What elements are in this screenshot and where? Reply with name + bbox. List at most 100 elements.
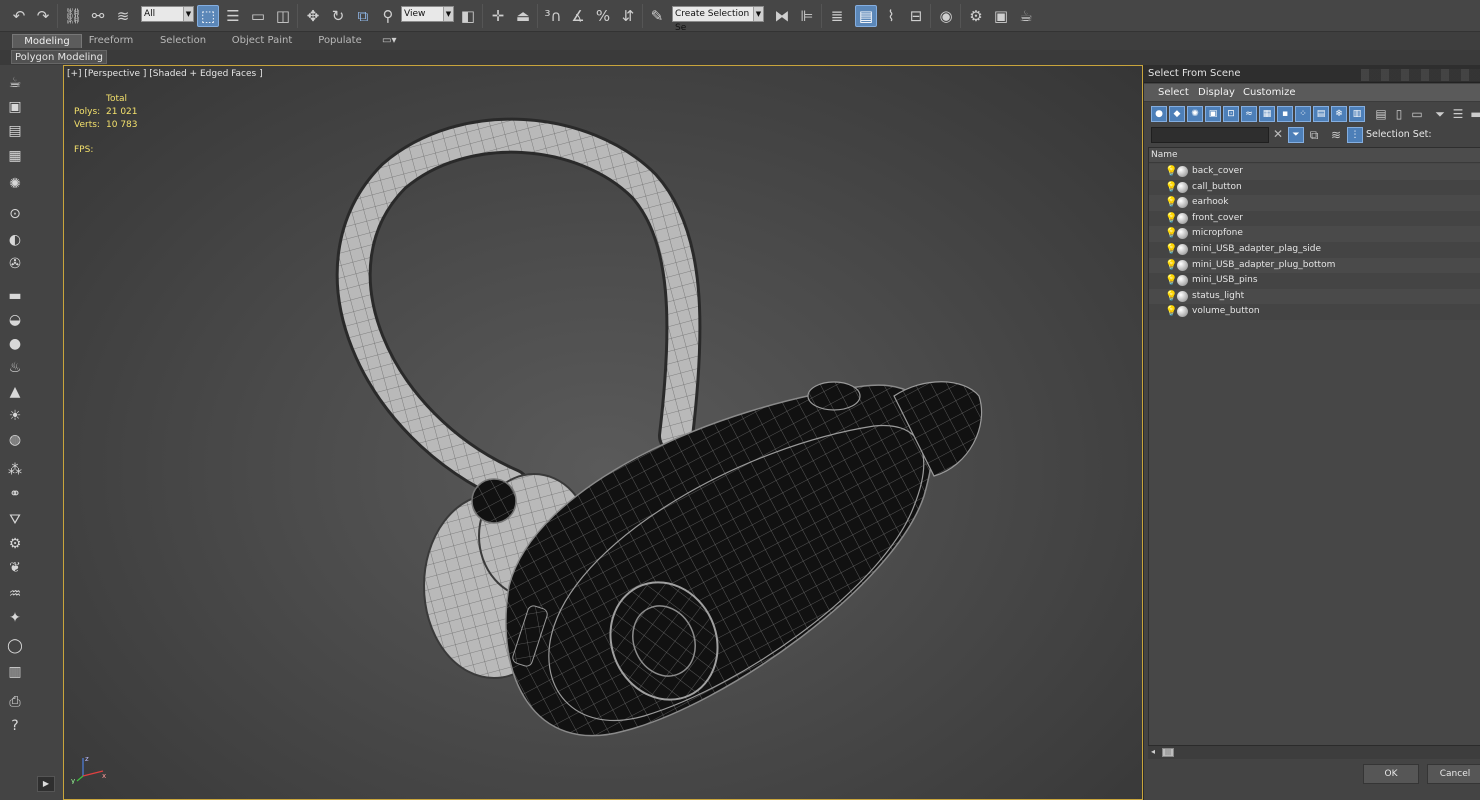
- light-bulb-icon[interactable]: 💡: [1165, 197, 1177, 208]
- clear-search-icon[interactable]: ✕: [1273, 127, 1283, 141]
- gear-icon[interactable]: ⚙: [5, 535, 25, 553]
- filter-shapes-icon[interactable]: ◆: [1169, 106, 1185, 122]
- list-item[interactable]: 💡 mini_USB_adapter_plag_side: [1149, 241, 1480, 258]
- export-icon[interactable]: ⎙: [5, 693, 25, 711]
- sphere-icon[interactable]: ●: [5, 335, 25, 353]
- select-object-icon[interactable]: ⬚: [197, 5, 219, 27]
- list-item[interactable]: 💡 mini_USB_adapter_plug_bottom: [1149, 257, 1480, 274]
- undo-icon[interactable]: ↶: [8, 5, 30, 27]
- camera-icon[interactable]: ⊙: [5, 205, 25, 223]
- list-item[interactable]: 💡 front_cover: [1149, 210, 1480, 227]
- filter-options-icon[interactable]: ☰: [1450, 106, 1466, 122]
- select-manipulate-icon[interactable]: ✛: [487, 5, 509, 27]
- rendered-frame-icon[interactable]: ▣: [990, 5, 1012, 27]
- film-reel-icon[interactable]: ✇: [5, 255, 25, 273]
- list-item[interactable]: 💡 back_cover: [1149, 164, 1480, 180]
- hierarchy-icon[interactable]: ⧉: [1306, 127, 1322, 143]
- scroll-thumb[interactable]: |||: [1162, 748, 1174, 757]
- rect-region-icon[interactable]: ▭: [247, 5, 269, 27]
- redo-icon[interactable]: ↷: [32, 5, 54, 27]
- bind-space-warp-icon[interactable]: ≋: [112, 5, 134, 27]
- selection-set-icon[interactable]: ⋮: [1347, 127, 1363, 143]
- ok-button[interactable]: OK: [1363, 764, 1419, 784]
- filter-containers-icon[interactable]: ▤: [1313, 106, 1329, 122]
- list-item[interactable]: 💡 earhook: [1149, 195, 1480, 211]
- grid-table-icon[interactable]: ▦: [5, 147, 25, 165]
- filter-xrefs-icon[interactable]: ▪: [1277, 106, 1293, 122]
- tab-object-paint[interactable]: Object Paint: [226, 34, 298, 48]
- menu-select[interactable]: Select: [1158, 87, 1189, 98]
- dialog-title-bar[interactable]: Select From Scene: [1144, 65, 1480, 83]
- list-item[interactable]: 💡 mini_USB_pins: [1149, 273, 1480, 289]
- list-item[interactable]: 💡 status_light: [1149, 288, 1480, 305]
- menu-display[interactable]: Display: [1198, 87, 1235, 98]
- light-bulb-icon[interactable]: 💡: [1165, 306, 1177, 317]
- sun-icon[interactable]: ☀: [5, 407, 25, 425]
- wireframe-shape-icon[interactable]: ⛛: [5, 511, 25, 529]
- tab-freeform[interactable]: Freeform: [82, 34, 140, 48]
- light-bulb-icon[interactable]: 💡: [1165, 275, 1177, 286]
- filter-lights-icon[interactable]: ✺: [1187, 106, 1203, 122]
- select-none-icon[interactable]: ▯: [1391, 106, 1407, 122]
- light-bulb-icon[interactable]: 💡: [1165, 182, 1177, 193]
- help-icon[interactable]: ?: [5, 717, 25, 735]
- percent-snap-icon[interactable]: %: [592, 5, 614, 27]
- sphere-gold-icon[interactable]: ◍: [5, 431, 25, 449]
- light-bulb-icon[interactable]: 💡: [1165, 291, 1177, 302]
- scroll-left-icon[interactable]: ◂: [1151, 747, 1155, 756]
- angle-snap-icon[interactable]: ∡: [567, 5, 589, 27]
- polygon-modeling-panel[interactable]: Polygon Modeling: [11, 50, 107, 64]
- document-icon[interactable]: ▤: [5, 122, 25, 140]
- filter-bones-icon[interactable]: ⁘: [1295, 106, 1311, 122]
- light-bulb-icon[interactable]: 💡: [1165, 166, 1177, 177]
- light-bulb-icon[interactable]: 💡: [1165, 244, 1177, 255]
- named-selection-sets-dropdown[interactable]: Create Selection Se ▼: [672, 6, 764, 33]
- list-item[interactable]: 💡 volume_button: [1149, 304, 1480, 320]
- rotate-icon[interactable]: ↻: [327, 5, 349, 27]
- ribbon-options-icon[interactable]: ▭▾: [382, 35, 396, 46]
- light-bulb-icon[interactable]: 💡: [1165, 260, 1177, 271]
- filter-toggle-icon[interactable]: ⏷: [1288, 127, 1304, 143]
- edit-named-sets-icon[interactable]: ✎: [646, 5, 668, 27]
- render-setup-icon[interactable]: ⚙: [965, 5, 987, 27]
- keyboard-shortcut-icon[interactable]: ⏏: [512, 5, 534, 27]
- hair-fur-icon[interactable]: ♒: [5, 585, 25, 603]
- filter-cameras-icon[interactable]: ▣: [1205, 106, 1221, 122]
- placement-icon[interactable]: ⚲: [377, 5, 399, 27]
- selection-filter-dropdown[interactable]: All ▼: [141, 6, 194, 22]
- filter-hidden-icon[interactable]: ▥: [1349, 106, 1365, 122]
- layer-explorer-icon[interactable]: ≣: [826, 5, 848, 27]
- column-header-name[interactable]: Name: [1149, 148, 1480, 163]
- filter-frozen-icon[interactable]: ❄: [1331, 106, 1347, 122]
- filter-spacewarps-icon[interactable]: ≈: [1241, 106, 1257, 122]
- render-icon[interactable]: ☕: [1015, 5, 1037, 27]
- select-by-name-icon[interactable]: ☰: [222, 5, 244, 27]
- filter-geometry-icon[interactable]: ●: [1151, 106, 1167, 122]
- play-expand-icon[interactable]: ▶: [37, 776, 55, 792]
- select-all-icon[interactable]: ▤: [1373, 106, 1389, 122]
- light-bulb-icon[interactable]: 💡: [1165, 228, 1177, 239]
- rotate-view-icon[interactable]: ◐: [5, 231, 25, 249]
- schematic-view-icon[interactable]: ⊟: [905, 5, 927, 27]
- unlink-icon[interactable]: ⚯: [87, 5, 109, 27]
- light-bulb-icon[interactable]: 💡: [1165, 213, 1177, 224]
- find-input[interactable]: [1151, 127, 1269, 143]
- grass-icon[interactable]: ❦: [5, 559, 25, 577]
- list-item[interactable]: 💡 micropfone: [1149, 226, 1480, 242]
- cloth-icon[interactable]: ✦: [5, 609, 25, 627]
- select-invert-icon[interactable]: ▭: [1409, 106, 1425, 122]
- link-icon[interactable]: ⛓: [62, 5, 84, 27]
- filter-groups-icon[interactable]: ▦: [1259, 106, 1275, 122]
- align-icon[interactable]: ⊫: [796, 5, 818, 27]
- snap-3d-icon[interactable]: ³∩: [542, 5, 564, 27]
- image-viewer-icon[interactable]: ▣: [5, 98, 25, 116]
- spinner-snap-icon[interactable]: ⇵: [617, 5, 639, 27]
- mirror-icon[interactable]: ⧓: [771, 5, 793, 27]
- viewport-label[interactable]: [+] [Perspective ] [Shaded + Edged Faces…: [67, 69, 263, 79]
- more-icon[interactable]: ▬: [1468, 106, 1480, 122]
- layers-icon[interactable]: ≋: [1328, 127, 1344, 143]
- sphere-material-icon[interactable]: ◯: [5, 637, 25, 655]
- menu-customize[interactable]: Customize: [1243, 87, 1296, 98]
- perspective-viewport[interactable]: [+] [Perspective ] [Shaded + Edged Faces…: [63, 65, 1143, 800]
- hemisphere-icon[interactable]: ◒: [5, 311, 25, 329]
